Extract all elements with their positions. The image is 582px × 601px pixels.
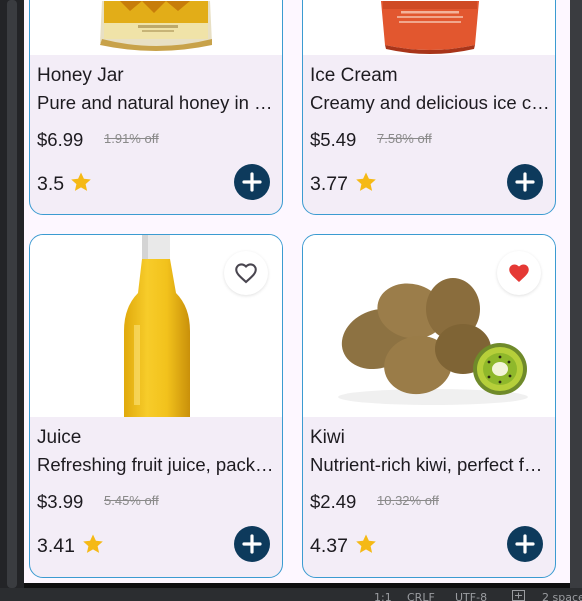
product-rating: 3.41 (37, 535, 75, 557)
product-rating: 3.77 (310, 173, 348, 195)
product-card[interactable]: Kiwi Nutrient-rich kiwi, perfect for sna… (302, 234, 556, 578)
ide-right-scrollbar[interactable] (570, 0, 582, 588)
product-card[interactable]: Ice Cream Creamy and delicious ice cream… (302, 0, 556, 215)
discount-label: 1.91% off (104, 131, 159, 146)
discount-label: 10.32% off (377, 493, 439, 508)
plus-icon (242, 534, 262, 554)
product-description: Pure and natural honey in a jar (37, 92, 279, 113)
heart-outline-icon (235, 263, 257, 284)
add-to-cart-button[interactable] (507, 526, 543, 562)
product-card[interactable]: Honey Jar Pure and natural honey in a ja… (29, 0, 283, 215)
product-price: $3.99 (37, 491, 84, 512)
add-to-cart-button[interactable] (234, 164, 270, 200)
plus-icon (242, 172, 262, 192)
product-description: Creamy and delicious ice cream (310, 92, 552, 113)
product-description: Nutrient-rich kiwi, perfect for snacking (310, 454, 552, 475)
star-icon (356, 172, 376, 191)
product-card[interactable]: Juice Refreshing fruit juice, packed wit… (29, 234, 283, 578)
add-to-cart-button[interactable] (507, 164, 543, 200)
product-image-icecream (303, 0, 555, 55)
ide-left-gutter (0, 0, 24, 588)
favorite-button[interactable] (497, 251, 541, 295)
line-ending[interactable]: CRLF (407, 591, 435, 601)
product-description: Refreshing fruit juice, packed with vita… (37, 454, 279, 475)
honey-jar-image (100, 0, 212, 55)
gutter-edge (7, 0, 17, 588)
product-title: Kiwi (310, 427, 345, 448)
add-to-cart-button[interactable] (234, 526, 270, 562)
ide-status-bar: 1:1 CRLF UTF-8 2 spaces (0, 588, 582, 601)
discount-label: 5.45% off (104, 493, 159, 508)
star-icon (71, 172, 91, 191)
discount-label: 7.58% off (377, 131, 432, 146)
product-price: $2.49 (310, 491, 357, 512)
heart-filled-icon (509, 264, 529, 282)
product-rating: 3.5 (37, 173, 65, 195)
indent-setting[interactable]: 2 spaces (542, 591, 582, 601)
product-price: $6.99 (37, 129, 84, 150)
product-price: $5.49 (310, 129, 357, 150)
product-title: Honey Jar (37, 65, 124, 86)
emulator-screen: Honey Jar Pure and natural honey in a ja… (24, 0, 570, 583)
favorite-button[interactable] (224, 251, 268, 295)
plus-icon (515, 534, 535, 554)
star-icon (356, 534, 376, 553)
file-encoding[interactable]: UTF-8 (455, 591, 487, 601)
cursor-position[interactable]: 1:1 (374, 591, 392, 601)
star-icon (83, 534, 103, 553)
indent-icon (512, 590, 525, 601)
product-rating: 4.37 (310, 535, 348, 557)
plus-icon (515, 172, 535, 192)
product-image-honey (30, 0, 282, 55)
product-title: Ice Cream (310, 65, 398, 86)
product-title: Juice (37, 427, 82, 448)
ice-cream-tub-image (381, 1, 479, 54)
